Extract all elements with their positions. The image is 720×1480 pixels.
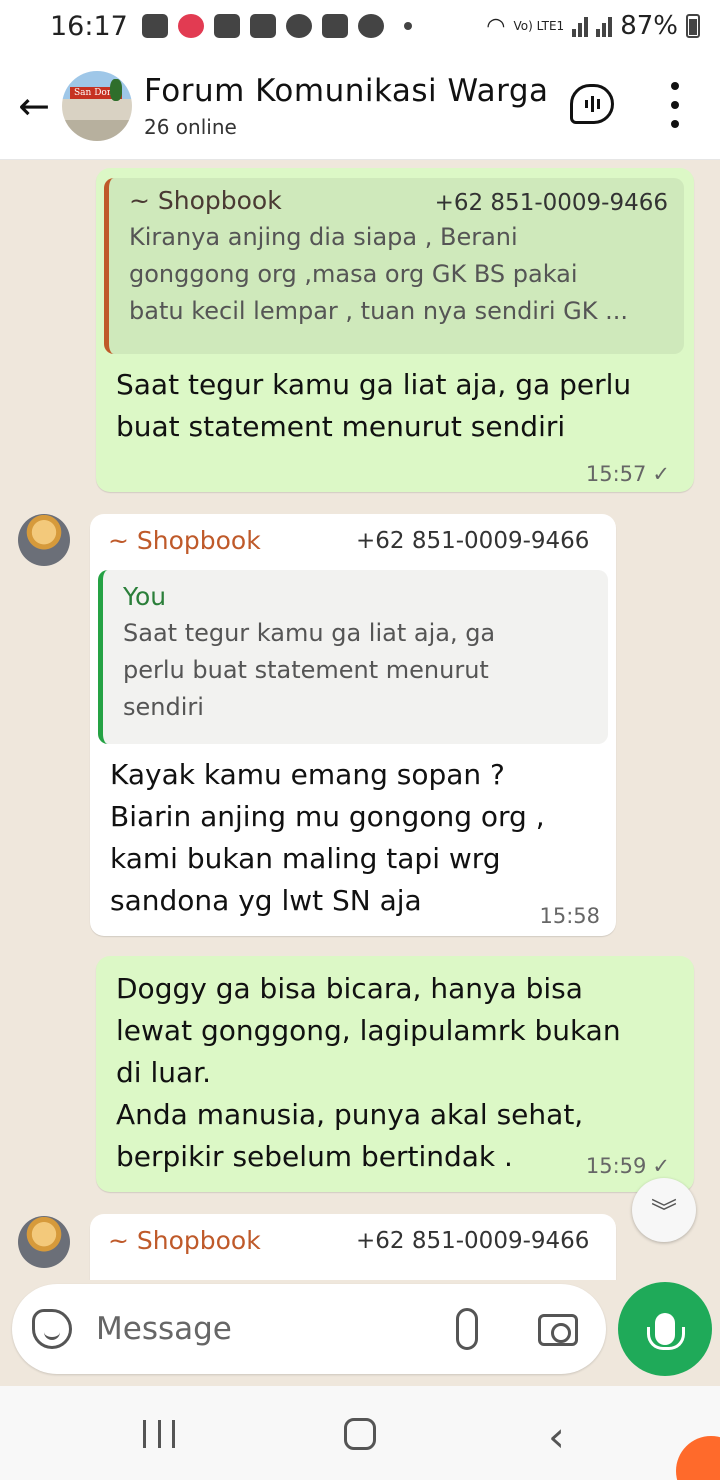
game-icon-2 [357,14,384,38]
message-composer [12,1284,606,1374]
more-options-icon[interactable] [660,82,690,128]
message-line: Anda manusia, punya akal sehat, [116,1098,584,1131]
message-icon [141,14,168,38]
avatar-tree [110,78,122,101]
home-icon[interactable] [344,1418,376,1450]
message-line: sandona yg lwt SN aja [110,884,422,917]
sticker-icon[interactable] [32,1309,72,1349]
read-tick-icon: ✓ [652,1154,670,1178]
signal-icon-2 [596,15,613,37]
quoted-line: perlu buat statement menurut [123,656,489,684]
chevron-double-down-icon: ︾ [650,1197,677,1228]
voice-record-button[interactable] [618,1282,712,1376]
quoted-text: Kiranya anjing dia siapa , Berani gonggo… [129,219,670,330]
message-line: Kayak kamu emang sopan ? [110,758,505,791]
message-bubble-incoming[interactable]: ~ Shopbook +62 851-0009-9466 You Saat te… [90,514,616,936]
message-timestamp: 15:57 ✓ [585,462,670,486]
sender-avatar[interactable] [18,514,70,566]
quoted-line: Saat tegur kamu ga liat aja, ga [123,619,496,647]
nav-back-icon[interactable]: ‹ [548,1412,565,1461]
chat-area[interactable]: ~ Shopbook +62 851-0009-9466 Kiranya anj… [0,160,720,1280]
message-line: di luar. [116,1056,211,1089]
message-bubble-outgoing[interactable]: ~ Shopbook +62 851-0009-9466 Kiranya anj… [96,168,694,492]
quoted-line: batu kecil lempar , tuan nya sendiri GK … [129,297,628,325]
message-line: lewat gonggong, lagipulamrk bukan [116,1014,621,1047]
message-text: Saat tegur kamu ga liat aja, ga perlu bu… [116,364,631,448]
chat-title: Forum Komunikasi Warga [144,72,549,109]
quoted-line: gonggong org ,masa org GK BS pakai [129,260,578,288]
chat-title-block[interactable]: Forum Komunikasi Warga 26 online [144,73,549,139]
quoted-text: Saat tegur kamu ga liat aja, ga perlu bu… [123,615,594,726]
system-indicators: ◠ Vo) LTE1 87% [486,11,700,41]
sender-phone: +62 851-0009-9466 [356,1228,590,1254]
back-arrow-icon[interactable]: ← [2,52,66,160]
voice-chat-icon[interactable] [570,84,614,124]
sender-name[interactable]: ~ Shopbook [108,1226,261,1255]
microphone-icon [647,1313,685,1350]
youtube-icon [249,14,276,38]
read-tick-icon: ✓ [652,462,670,486]
game-icon [285,14,312,38]
group-avatar[interactable]: San Dona [62,70,132,141]
shield-icon [321,14,348,38]
battery-percent: 87% [620,11,678,41]
quoted-line: Kiranya anjing dia siapa , Berani [129,223,518,251]
system-nav-bar: ‹ [0,1386,720,1480]
message-text: Doggy ga bisa bicara, hanya bisa lewat g… [116,968,621,1178]
sender-phone: +62 851-0009-9466 [356,528,590,554]
sender-name[interactable]: ~ Shopbook [108,526,261,555]
gift-icon [213,14,240,38]
scroll-down-button[interactable]: ︾ [632,1178,696,1242]
battery-icon [686,14,700,38]
wifi-icon: ◠ [486,13,506,39]
sender-avatar[interactable] [18,1216,70,1268]
attach-icon[interactable] [456,1308,478,1350]
message-text: Kayak kamu emang sopan ? Biarin anjing m… [110,754,545,922]
quoted-message[interactable]: You Saat tegur kamu ga liat aja, ga perl… [98,570,608,744]
message-line: Biarin anjing mu gongong org , [110,800,545,833]
quoted-line: sendiri [123,693,204,721]
online-count: 26 online [144,114,237,139]
message-timestamp: 15:58 [539,904,600,928]
status-bar: 16:17 ◠ Vo) LTE1 87% [0,0,720,52]
recent-apps-icon[interactable] [143,1420,175,1448]
message-line: Doggy ga bisa bicara, hanya bisa [116,972,583,1005]
app-notification-icon [177,14,204,38]
message-bubble-incoming[interactable]: ~ Shopbook +62 851-0009-9466 [90,1214,616,1280]
notification-icons [141,14,412,38]
chat-header: ← San Dona Forum Komunikasi Warga 26 onl… [0,52,720,160]
message-line: berpikir sebelum bertindak . [116,1140,513,1173]
status-time: 16:17 [50,10,128,42]
message-input[interactable] [96,1304,426,1354]
message-line: Saat tegur kamu ga liat aja, ga perlu [116,368,632,401]
quoted-phone: +62 851-0009-9466 [434,190,668,216]
lte-label: Vo) LTE1 [513,19,565,33]
message-line: buat statement menurut sendiri [116,410,566,443]
camera-icon[interactable] [538,1314,578,1346]
message-bubble-outgoing[interactable]: Doggy ga bisa bicara, hanya bisa lewat g… [96,956,694,1192]
quoted-author: You [123,582,167,611]
message-line: kami bukan maling tapi wrg [110,842,501,875]
message-timestamp: 15:59 ✓ [585,1154,670,1178]
signal-icon [572,15,589,37]
quoted-message[interactable]: ~ Shopbook +62 851-0009-9466 Kiranya anj… [104,178,684,354]
more-notifications-dot [403,22,412,30]
